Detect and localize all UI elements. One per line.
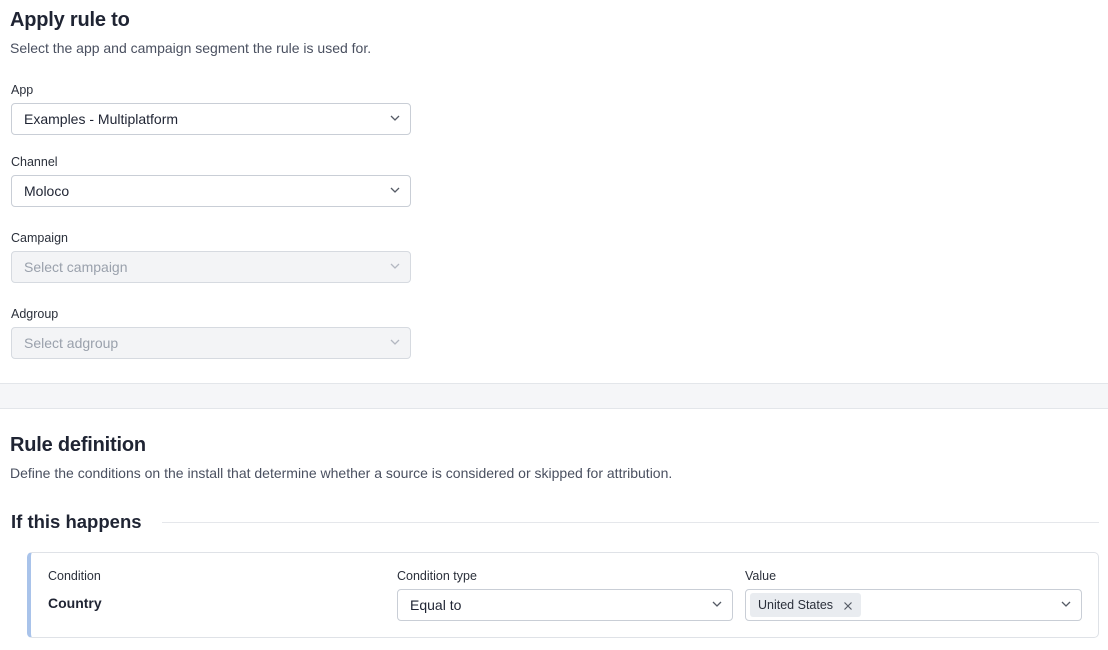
channel-select[interactable]: Moloco [11, 175, 411, 207]
app-label: App [11, 83, 34, 97]
app-select-value: Examples - Multiplatform [24, 111, 179, 127]
condition-label: Condition [48, 569, 101, 583]
channel-select-value: Moloco [24, 183, 70, 199]
heading-divider [162, 522, 1099, 523]
apply-rule-title: Apply rule to [10, 9, 130, 31]
section-divider [0, 383, 1108, 409]
apply-rule-section: Apply rule to Select the app and campaig… [0, 0, 1108, 383]
chevron-down-icon [712, 599, 722, 609]
condition-type-label: Condition type [397, 569, 477, 583]
app-select[interactable]: Examples - Multiplatform [11, 103, 411, 135]
chevron-down-icon [1061, 599, 1071, 609]
adgroup-select-placeholder: Select adgroup [24, 335, 119, 351]
campaign-label: Campaign [11, 231, 68, 245]
apply-rule-description: Select the app and campaign segment the … [10, 40, 372, 56]
adgroup-select[interactable]: Select adgroup [11, 327, 411, 359]
condition-type-select[interactable]: Equal to [397, 589, 733, 621]
close-icon[interactable] [843, 600, 853, 610]
value-multiselect[interactable]: United States [745, 589, 1082, 621]
chevron-down-icon [390, 261, 400, 271]
chevron-down-icon [390, 113, 400, 123]
if-this-happens-heading: If this happens [11, 511, 142, 532]
condition-card: Condition Country Condition type Equal t… [27, 552, 1099, 638]
rule-definition-title: Rule definition [10, 434, 146, 456]
chevron-down-icon [390, 185, 400, 195]
campaign-select-placeholder: Select campaign [24, 259, 128, 275]
value-label: Value [745, 569, 777, 583]
condition-type-value: Equal to [410, 597, 462, 613]
campaign-select[interactable]: Select campaign [11, 251, 411, 283]
value-chip-label: United States [758, 598, 834, 612]
rule-definition-description: Define the conditions on the install tha… [10, 465, 673, 481]
value-chip: United States [750, 593, 862, 617]
chevron-down-icon [390, 337, 400, 347]
adgroup-label: Adgroup [11, 307, 59, 321]
condition-value: Country [48, 595, 102, 611]
channel-label: Channel [11, 155, 58, 169]
